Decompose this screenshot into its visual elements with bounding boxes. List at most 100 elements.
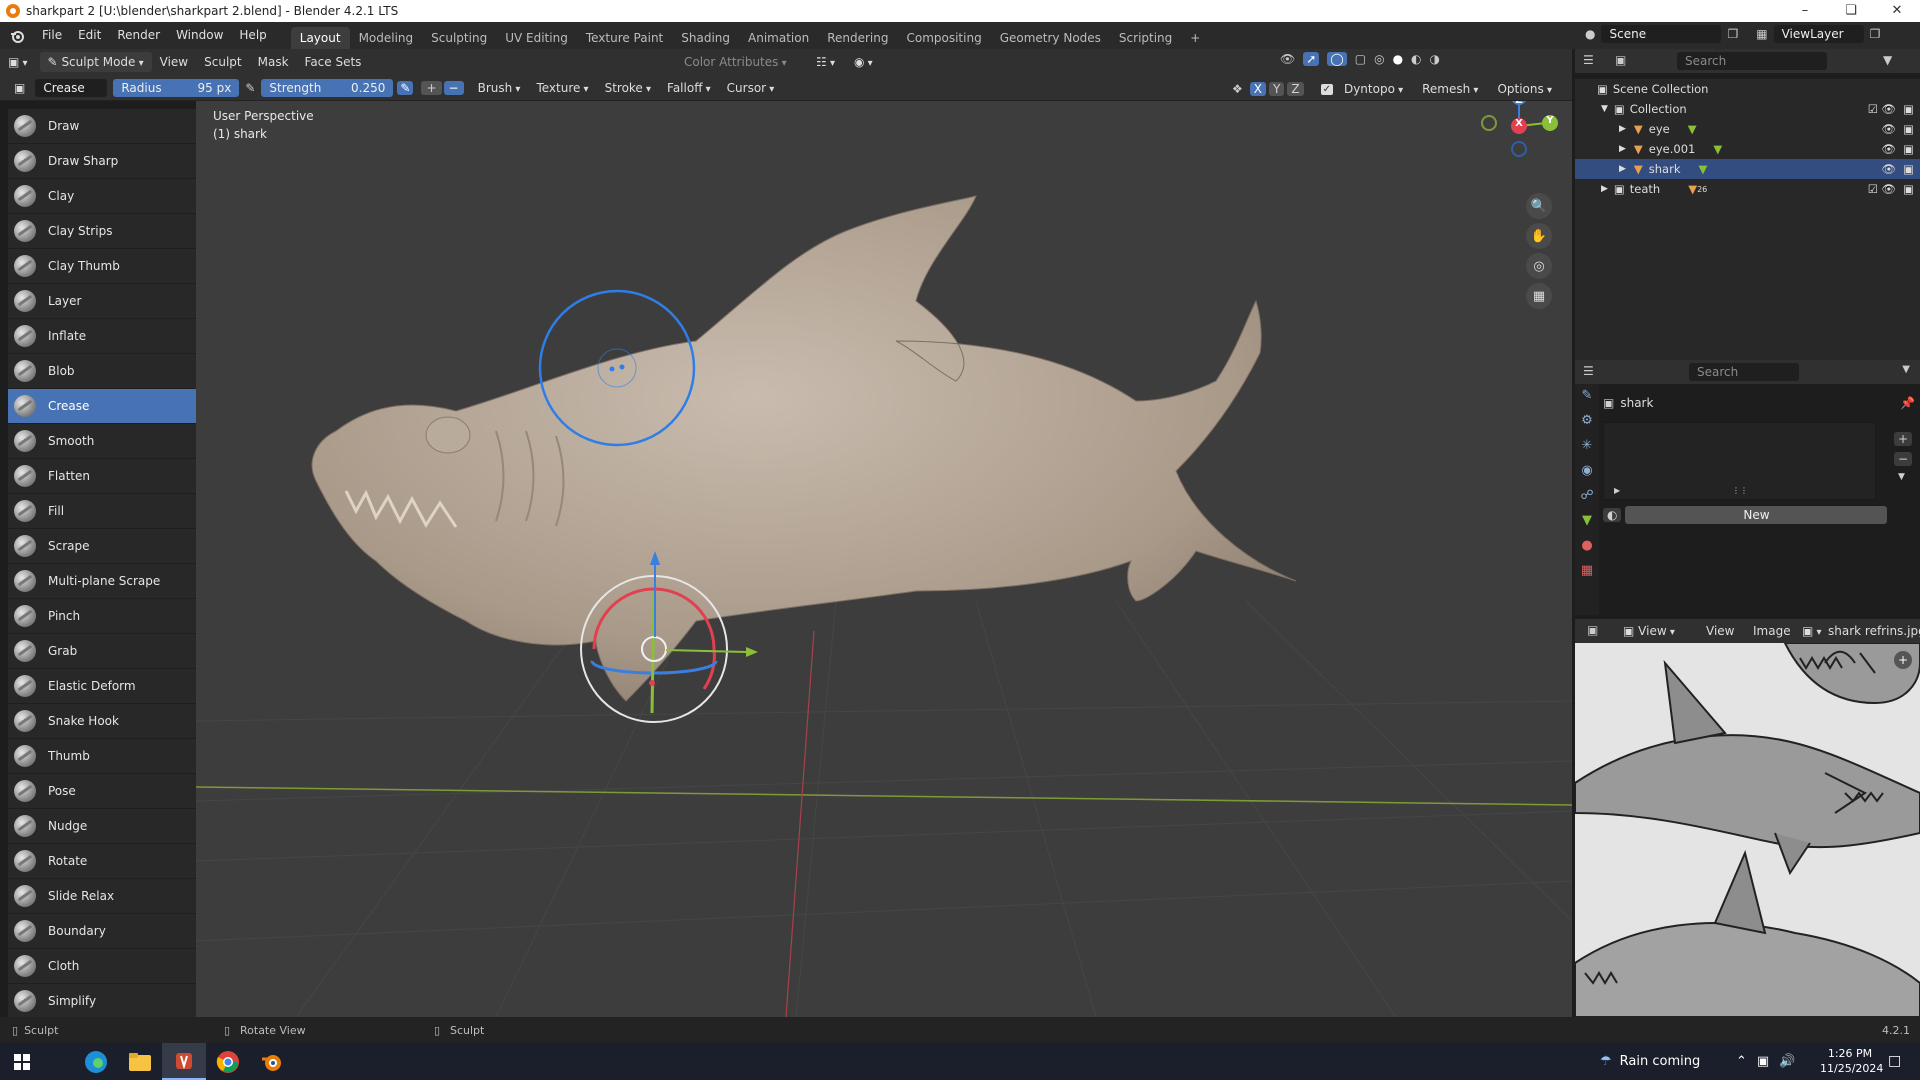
camera-icon[interactable]: ◎ [1526, 253, 1552, 279]
volume-icon[interactable]: 🔊 [1779, 1054, 1795, 1069]
physics-icon[interactable]: ◉ [1581, 463, 1592, 478]
mode-selector[interactable]: ✎ Sculpt Mode [39, 52, 152, 72]
tool-draw[interactable]: Draw [8, 109, 196, 144]
menu-mask[interactable]: Mask [250, 52, 297, 72]
mirror-x-toggle[interactable]: X [1249, 82, 1266, 96]
radius-slider[interactable]: Radius 95 px [113, 78, 240, 97]
notifications-icon[interactable]: □ [1888, 1053, 1901, 1069]
visibility-eye-icon[interactable]: 👁 [1881, 162, 1896, 176]
strength-slider[interactable]: Strength 0.250 [261, 78, 394, 97]
tool-multi-plane-scrape[interactable]: Multi-plane Scrape [8, 564, 196, 599]
windows-start-icon[interactable] [0, 1043, 44, 1080]
dyntopo-dropdown[interactable]: Dyntopo [1336, 79, 1411, 99]
zoom-in-icon[interactable]: + [1894, 651, 1912, 669]
blender-launcher-icon[interactable] [162, 1043, 206, 1080]
brush-tool-icon[interactable]: ▣ [14, 81, 25, 95]
expand-chevron-icon[interactable]: ▶ [1619, 124, 1626, 134]
tool-scrape[interactable]: Scrape [8, 529, 196, 564]
proportional-icon[interactable]: ◉ [846, 52, 881, 72]
expand-chevron-icon[interactable]: ▶ [1601, 184, 1608, 194]
remove-slot-button[interactable]: − [1894, 452, 1913, 466]
clock[interactable]: 1:26 PM 11/25/2024 [1820, 1046, 1883, 1076]
menu-help[interactable]: Help [231, 22, 274, 49]
stroke-dropdown[interactable]: Stroke [597, 78, 659, 98]
tool-cloth[interactable]: Cloth [8, 949, 196, 984]
tab-texture-paint[interactable]: Texture Paint [577, 27, 672, 49]
chrome-browser-icon[interactable] [206, 1043, 250, 1080]
blender-taskbar-icon[interactable] [250, 1043, 294, 1080]
viewlayer-selector[interactable]: ViewLayer [1773, 25, 1864, 43]
tab-uv-editing[interactable]: UV Editing [496, 27, 577, 49]
collection-row[interactable]: ▼ ▣ Collection ☑ 👁 ▣ [1575, 99, 1920, 119]
tool-boundary[interactable]: Boundary [8, 914, 196, 949]
material-browse-icon[interactable]: ◐ [1603, 508, 1622, 522]
scene-selector[interactable]: Scene [1601, 25, 1722, 43]
outliner-item-shark[interactable]: ▶ ▼ shark ▼ 👁 ▣ [1575, 159, 1920, 179]
overlay-toggle-icon[interactable]: ◯ [1327, 52, 1347, 66]
weather-text[interactable]: Rain coming [1620, 1054, 1701, 1069]
render-camera-icon[interactable]: ▣ [1903, 142, 1914, 156]
visibility-eye-icon[interactable]: 👁 [1881, 182, 1896, 196]
symmetry-icon[interactable]: ☷ [808, 52, 843, 72]
constraints-icon[interactable]: ☍ [1580, 488, 1593, 503]
xray-icon[interactable]: ▢ [1355, 52, 1366, 66]
scene-collection-row[interactable]: ▣ Scene Collection [1575, 79, 1920, 99]
restore-button[interactable]: ❏ [1828, 0, 1874, 22]
tool-slide-relax[interactable]: Slide Relax [8, 879, 196, 914]
chevron-down-icon[interactable]: ▼ [1894, 472, 1912, 482]
mesh-data-icon[interactable]: ▼ [1688, 122, 1697, 136]
checkbox-icon[interactable]: ✓ [1320, 83, 1333, 95]
strength-pen-pressure-icon[interactable]: ✎ [397, 80, 414, 95]
tool-clay[interactable]: Clay [8, 179, 196, 214]
mirror-z-toggle[interactable]: Z [1287, 82, 1304, 96]
file-explorer-icon[interactable] [118, 1043, 162, 1080]
tab-animation[interactable]: Animation [739, 27, 818, 49]
brush-name-field[interactable]: Crease [35, 78, 108, 97]
3d-viewport[interactable]: User Perspective (1) shark Z X Y 🔍 ✋ ◎ ▦ [196, 101, 1572, 1017]
tab-layout[interactable]: Layout [290, 27, 350, 49]
gizmo-toggle-icon[interactable]: ➚ [1303, 52, 1320, 66]
particles-icon[interactable]: ✳ [1582, 438, 1593, 453]
tool-blob[interactable]: Blob [8, 354, 196, 389]
expand-chevron-icon[interactable]: ▶ [1619, 144, 1626, 154]
tool-simplify[interactable]: Simplify [8, 984, 196, 1019]
tool-nudge[interactable]: Nudge [8, 809, 196, 844]
new-scene-icon[interactable]: ❐ [1727, 27, 1738, 41]
teath-collection-row[interactable]: ▶ ▣ teath ▼ 26 ☑ 👁 ▣ [1575, 179, 1920, 199]
properties-search-input[interactable]: Search [1689, 363, 1799, 381]
render-camera-icon[interactable]: ▣ [1903, 182, 1914, 196]
menu-window[interactable]: Window [168, 22, 231, 49]
mirror-icon[interactable]: ❖ [1232, 82, 1243, 96]
include-checkbox-icon[interactable]: ☑ [1868, 182, 1878, 196]
add-workspace-button[interactable]: + [1181, 27, 1209, 49]
tool-draw-sharp[interactable]: Draw Sharp [8, 144, 196, 179]
menu-view[interactable]: View [152, 52, 196, 72]
render-camera-icon[interactable]: ▣ [1903, 102, 1914, 116]
close-button[interactable]: ✕ [1874, 0, 1920, 22]
texture-dropdown[interactable]: Texture [528, 78, 596, 98]
outliner-item-eye[interactable]: ▶ ▼ eye ▼ 👁 ▣ [1575, 119, 1920, 139]
tool-fill[interactable]: Fill [8, 494, 196, 529]
view-mode-dropdown[interactable]: ▣ View [1615, 621, 1683, 641]
tab-shading[interactable]: Shading [672, 27, 739, 49]
blender-menu-icon[interactable] [0, 28, 34, 44]
edge-browser-icon[interactable] [74, 1043, 118, 1080]
display-mode-icon[interactable]: ▣ [1615, 53, 1626, 67]
filter-icon[interactable]: ▼ [1883, 53, 1892, 67]
tool-pinch[interactable]: Pinch [8, 599, 196, 634]
editor-type-dropdown[interactable]: ▣ [0, 52, 36, 72]
cursor-dropdown[interactable]: Cursor [719, 78, 783, 98]
new-material-button[interactable]: New [1625, 506, 1888, 524]
remesh-dropdown[interactable]: Remesh [1414, 79, 1486, 99]
menu-render[interactable]: Render [109, 22, 168, 49]
tool-rotate[interactable]: Rotate [8, 844, 196, 879]
image-editor-icon[interactable]: ▣ [1587, 623, 1598, 637]
direction-subtract-button[interactable]: − [443, 80, 464, 95]
menu-sculpt[interactable]: Sculpt [196, 52, 249, 72]
new-viewlayer-icon[interactable]: ❐ [1870, 27, 1881, 41]
visibility-eye-icon[interactable]: 👁 [1881, 102, 1896, 116]
mesh-data-icon[interactable]: ▼ [1699, 162, 1708, 176]
render-camera-icon[interactable]: ▣ [1903, 162, 1914, 176]
visibility-eye-icon[interactable]: 👁 [1881, 122, 1896, 136]
menu-view[interactable]: View [1698, 621, 1742, 641]
